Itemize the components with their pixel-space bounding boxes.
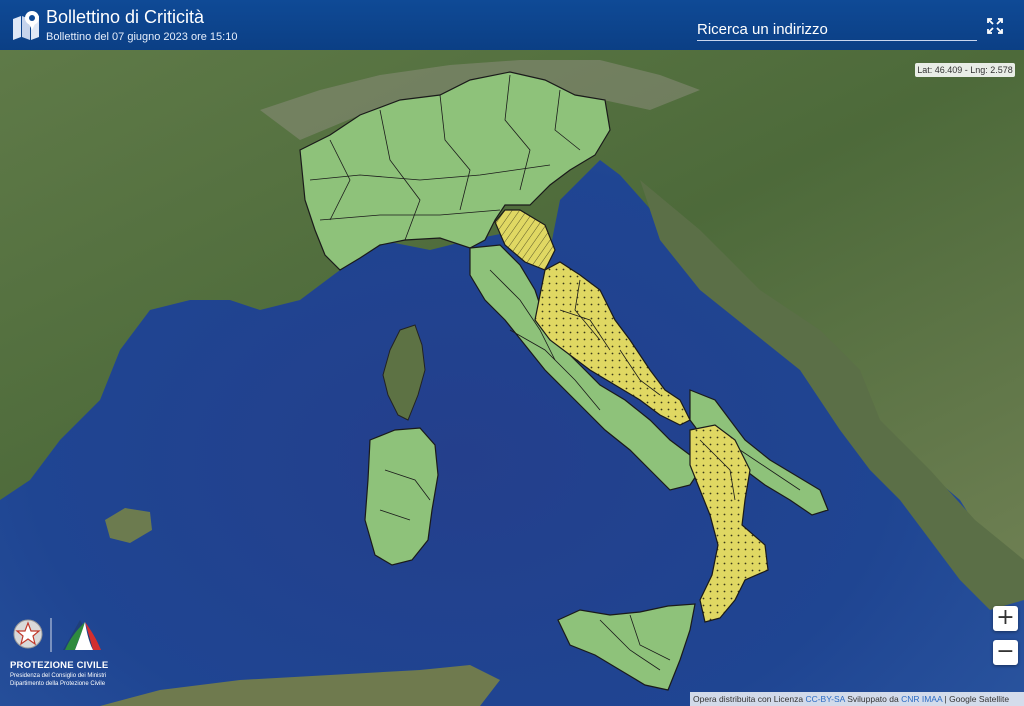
address-search-input[interactable] [697, 18, 977, 40]
address-search[interactable] [697, 18, 977, 41]
attribution-prefix: Opera distribuita con Licenza [693, 694, 806, 704]
attribution-suffix: | Google Satellite [942, 694, 1010, 704]
app-header: Bollettino di Criticità Bollettino del 0… [0, 0, 1024, 50]
developer-link[interactable]: CNR IMAA [901, 694, 942, 704]
zoom-out-button[interactable]: − [993, 640, 1018, 665]
emblem-icon [13, 618, 101, 652]
protezione-civile-logo [5, 612, 115, 702]
attribution: Opera distribuita con Licenza CC-BY-SA S… [690, 692, 1024, 706]
page-title: Bollettino di Criticità [46, 7, 205, 27]
alert-map[interactable] [0, 0, 1024, 706]
coordinates-readout: Lat: 46.409 - Lng: 2.578 [915, 63, 1015, 77]
license-link[interactable]: CC-BY-SA [805, 694, 844, 704]
map-marker-icon [13, 11, 39, 40]
attribution-middle: Sviluppato da [844, 694, 902, 704]
bulletin-date: Bollettino del 07 giugno 2023 ore 15:10 [46, 31, 238, 43]
zoom-in-button[interactable]: + [993, 606, 1018, 631]
fullscreen-icon[interactable] [986, 17, 1004, 35]
